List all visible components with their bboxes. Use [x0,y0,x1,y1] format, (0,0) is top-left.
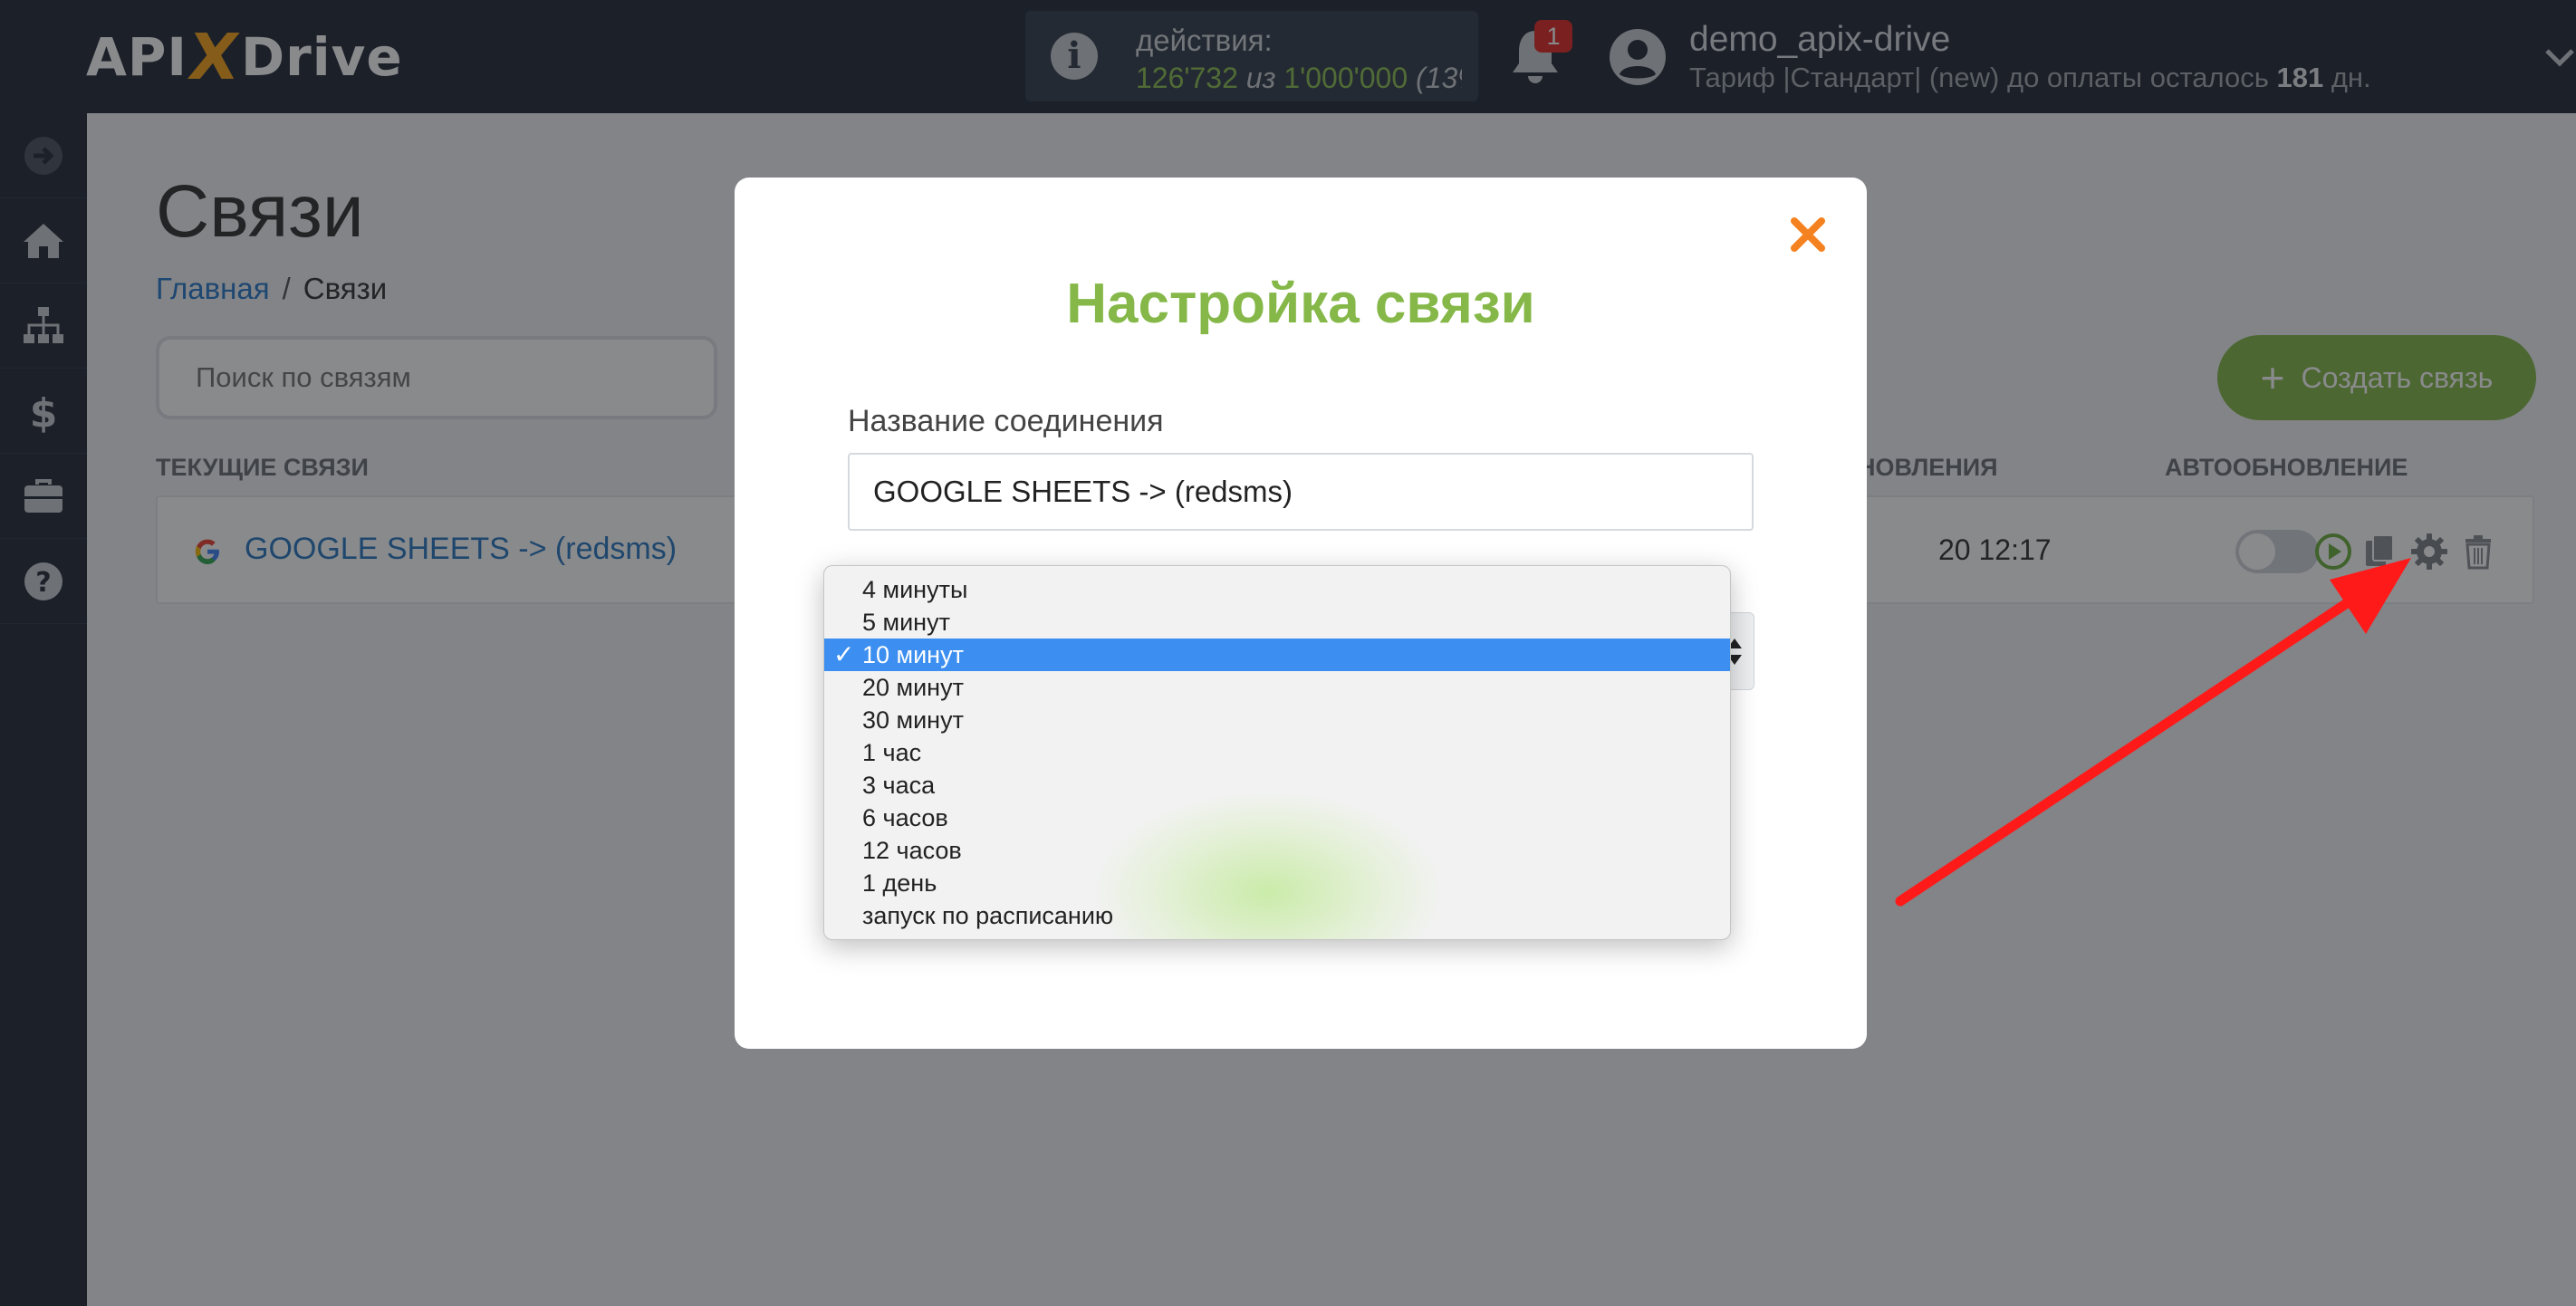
dropdown-option[interactable]: 20 минут [824,671,1730,704]
dropdown-option-selected[interactable]: ✓ 10 минут [824,639,1730,671]
modal-title: Настройка связи [1066,273,1535,335]
dropdown-option[interactable]: 3 часа [824,769,1730,802]
connection-name-label: Название соединения [848,404,1164,438]
checkmark-icon: ✓ [833,639,855,669]
dropdown-option[interactable]: 1 день [824,867,1730,899]
dropdown-option[interactable]: 4 минуты [824,573,1730,606]
interval-dropdown-list[interactable]: 4 минуты 5 минут ✓ 10 минут 20 минут 30 … [823,565,1731,940]
dropdown-option[interactable]: 12 часов [824,834,1730,867]
dropdown-option[interactable]: 1 час [824,736,1730,769]
dropdown-option[interactable]: запуск по расписанию [824,899,1730,932]
dropdown-option[interactable]: 6 часов [824,802,1730,834]
close-icon[interactable] [1783,210,1832,259]
dropdown-option[interactable]: 5 минут [824,606,1730,639]
connection-name-input[interactable] [848,453,1754,531]
dropdown-option[interactable]: 30 минут [824,704,1730,736]
